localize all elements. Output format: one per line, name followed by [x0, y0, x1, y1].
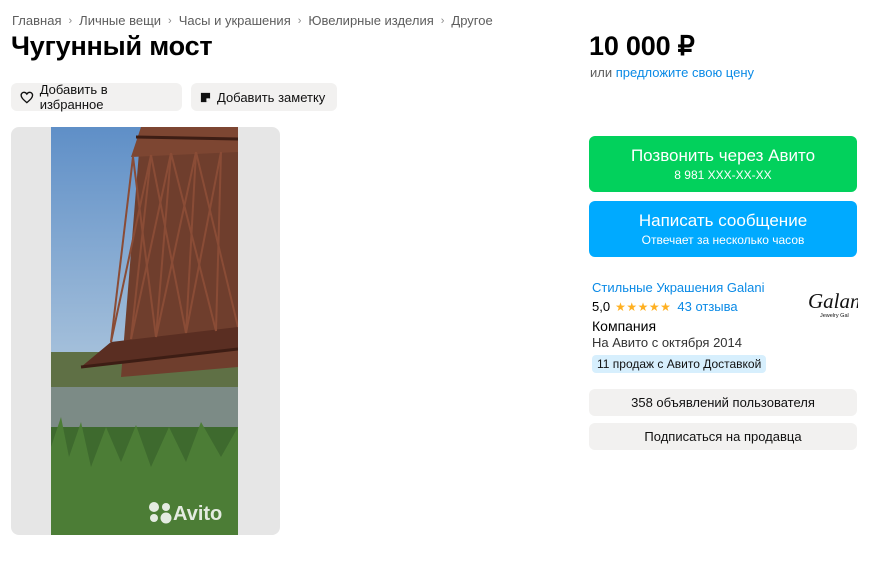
- breadcrumb-item-watches[interactable]: Часы и украшения: [179, 13, 291, 28]
- breadcrumb-item-personal[interactable]: Личные вещи: [79, 13, 161, 28]
- seller-rating: 5,0 ★★★★★ 43 отзыва: [592, 299, 738, 314]
- listing-photo: Avito: [51, 127, 238, 535]
- add-note-label: Добавить заметку: [217, 89, 326, 105]
- photo-gallery[interactable]: Avito: [11, 127, 280, 535]
- logo-text: Galani: [808, 289, 858, 313]
- chevron-right-icon: ›: [297, 14, 302, 27]
- breadcrumb: Главная › Личные вещи › Часы и украшения…: [12, 13, 493, 28]
- phone-number: 8 981 XXX-XX-XX: [674, 167, 772, 182]
- chevron-right-icon: ›: [68, 14, 73, 27]
- chevron-right-icon: ›: [168, 14, 172, 27]
- reply-time: Отвечает за несколько часов: [641, 232, 805, 247]
- logo-subtext: Jewelry Gal: [820, 313, 849, 319]
- call-button-label: Позвонить через Авито: [630, 145, 816, 165]
- seller-type: Компания: [592, 318, 657, 334]
- seller-listings-button[interactable]: 358 объявлений пользователя: [589, 389, 857, 416]
- reviews-link[interactable]: 43 отзыва: [677, 299, 737, 314]
- seller-name-link[interactable]: Стильные Украшения Galani: [592, 280, 764, 295]
- star-rating-icon: ★★★★★: [615, 299, 672, 314]
- delivery-badge: 11 продаж с Авито Доставкой: [592, 355, 767, 373]
- price-or-text: или: [590, 65, 613, 80]
- breadcrumb-item-jewelry[interactable]: Ювелирные изделия: [308, 13, 433, 28]
- message-button-label: Написать сообщение: [638, 210, 808, 230]
- avito-watermark: Avito: [173, 503, 222, 525]
- call-button[interactable]: Позвонить через Авито 8 981 XXX-XX-XX: [589, 136, 857, 192]
- heart-icon: [20, 91, 34, 104]
- seller-logo[interactable]: Galani Jewelry Gal: [806, 286, 858, 322]
- message-button[interactable]: Написать сообщение Отвечает за несколько…: [589, 201, 857, 257]
- subscribe-seller-button[interactable]: Подписаться на продавца: [589, 423, 857, 450]
- rating-value: 5,0: [592, 299, 611, 314]
- add-favorite-label: Добавить в избранное: [39, 82, 108, 112]
- note-icon: [200, 92, 211, 102]
- page-title: Чугунный мост: [11, 31, 213, 61]
- breadcrumb-item-other[interactable]: Другое: [451, 13, 492, 28]
- add-favorite-button[interactable]: Добавить в избранное: [11, 82, 182, 112]
- price: 10 000 ₽: [589, 31, 695, 61]
- offer-price-link[interactable]: предложите свою цену: [616, 65, 754, 80]
- chevron-right-icon: ›: [440, 14, 445, 27]
- add-note-button[interactable]: Добавить заметку: [191, 83, 337, 111]
- breadcrumb-item-home[interactable]: Главная: [12, 13, 61, 28]
- price-offer-line: или предложите свою цену: [590, 65, 754, 80]
- seller-since: На Авито с октября 2014: [592, 335, 742, 350]
